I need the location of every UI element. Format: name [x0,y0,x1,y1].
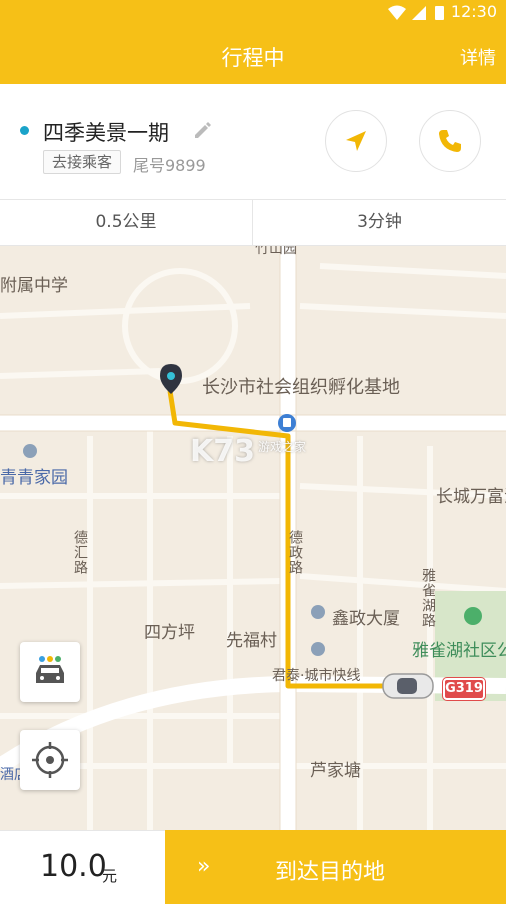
phone-icon [439,130,461,152]
watermark-logo: K73 [190,434,255,469]
status-icons [388,5,444,20]
map-label-school: 附属中学 [0,276,68,296]
signal-icon [412,6,426,20]
map-label-xianfucun: 先福村 [226,631,277,651]
wifi-icon [388,5,406,20]
fare-panel: 10.0 元 [0,830,165,904]
fare-amount: 10.0 [40,849,107,884]
map-label-dezheng-road: 德政路 [287,530,303,575]
roundabout [122,268,238,384]
map-view[interactable]: 附属中学 竹山园 长沙市社会组织孵化基地 青青家园 长城万富汇 德政路 德汇路 … [0,246,506,830]
map-label-xinzheng: 鑫政大厦 [332,609,400,629]
park-icon [464,607,482,625]
metro-station-icon [278,414,296,432]
map-label-dehui-road: 德汇路 [72,530,88,575]
destination-pin-icon [160,364,182,394]
map-label-changcheng: 长城万富汇 [436,487,506,507]
poi-icon [23,444,37,458]
map-label-sifangping: 四方坪 [144,623,195,643]
destination-dot-icon [20,126,29,135]
status-time: 12:30 [450,2,497,21]
map-label-lujiatang: 芦家塘 [310,761,361,781]
map-label-incubator: 长沙市社会组织孵化基地 [202,377,400,398]
navigate-button[interactable] [325,110,387,172]
page-title: 行程中 [221,46,285,70]
poi-icon [311,642,325,656]
status-bar: 12:30 [0,0,506,26]
map-label-qingqing: 青青家园 [0,468,68,488]
map-label-yaque-road: 雅雀湖路 [420,568,436,628]
edit-pencil-icon[interactable] [192,120,212,140]
arrive-destination-button[interactable]: » 到达目的地 [165,830,506,904]
driver-car-icon [382,673,434,699]
passenger-tail-number: 尾号9899 [133,156,206,175]
duration-value: 3分钟 [357,212,402,232]
map-label-juntai: 君泰·城市快线 [272,668,361,684]
trip-metrics: 0.5公里 3分钟 [0,199,506,246]
double-chevron-icon: » [197,854,211,879]
call-passenger-button[interactable] [419,110,481,172]
poi-icon [311,605,325,619]
details-link[interactable]: 详情 [460,44,496,70]
arrive-button-label: 到达目的地 [275,860,386,885]
map-label-yaque-community: 雅雀湖社区公 [412,641,506,661]
bottom-bar: 10.0 元 » 到达目的地 [0,830,506,904]
app-header: 行程中 详情 [0,26,506,84]
distance-value: 0.5公里 [0,200,253,245]
highway-shield: G319 [443,678,485,700]
navigation-arrow-icon [346,131,366,151]
fare-unit: 元 [102,867,118,885]
destination-address: 四季美景一期 [43,121,169,145]
crosshair-icon [32,742,68,778]
traffic-car-button[interactable] [20,642,80,702]
locate-me-button[interactable] [20,730,80,790]
status-tag: 去接乘客 [43,150,122,174]
watermark-subtitle: 游戏之家 [258,440,307,454]
car-traffic-icon [36,656,64,683]
battery-icon [435,6,444,20]
trip-info-panel: 四季美景一期 去接乘客 尾号9899 [0,84,506,200]
map-label-top-road: 竹山园 [255,246,297,257]
